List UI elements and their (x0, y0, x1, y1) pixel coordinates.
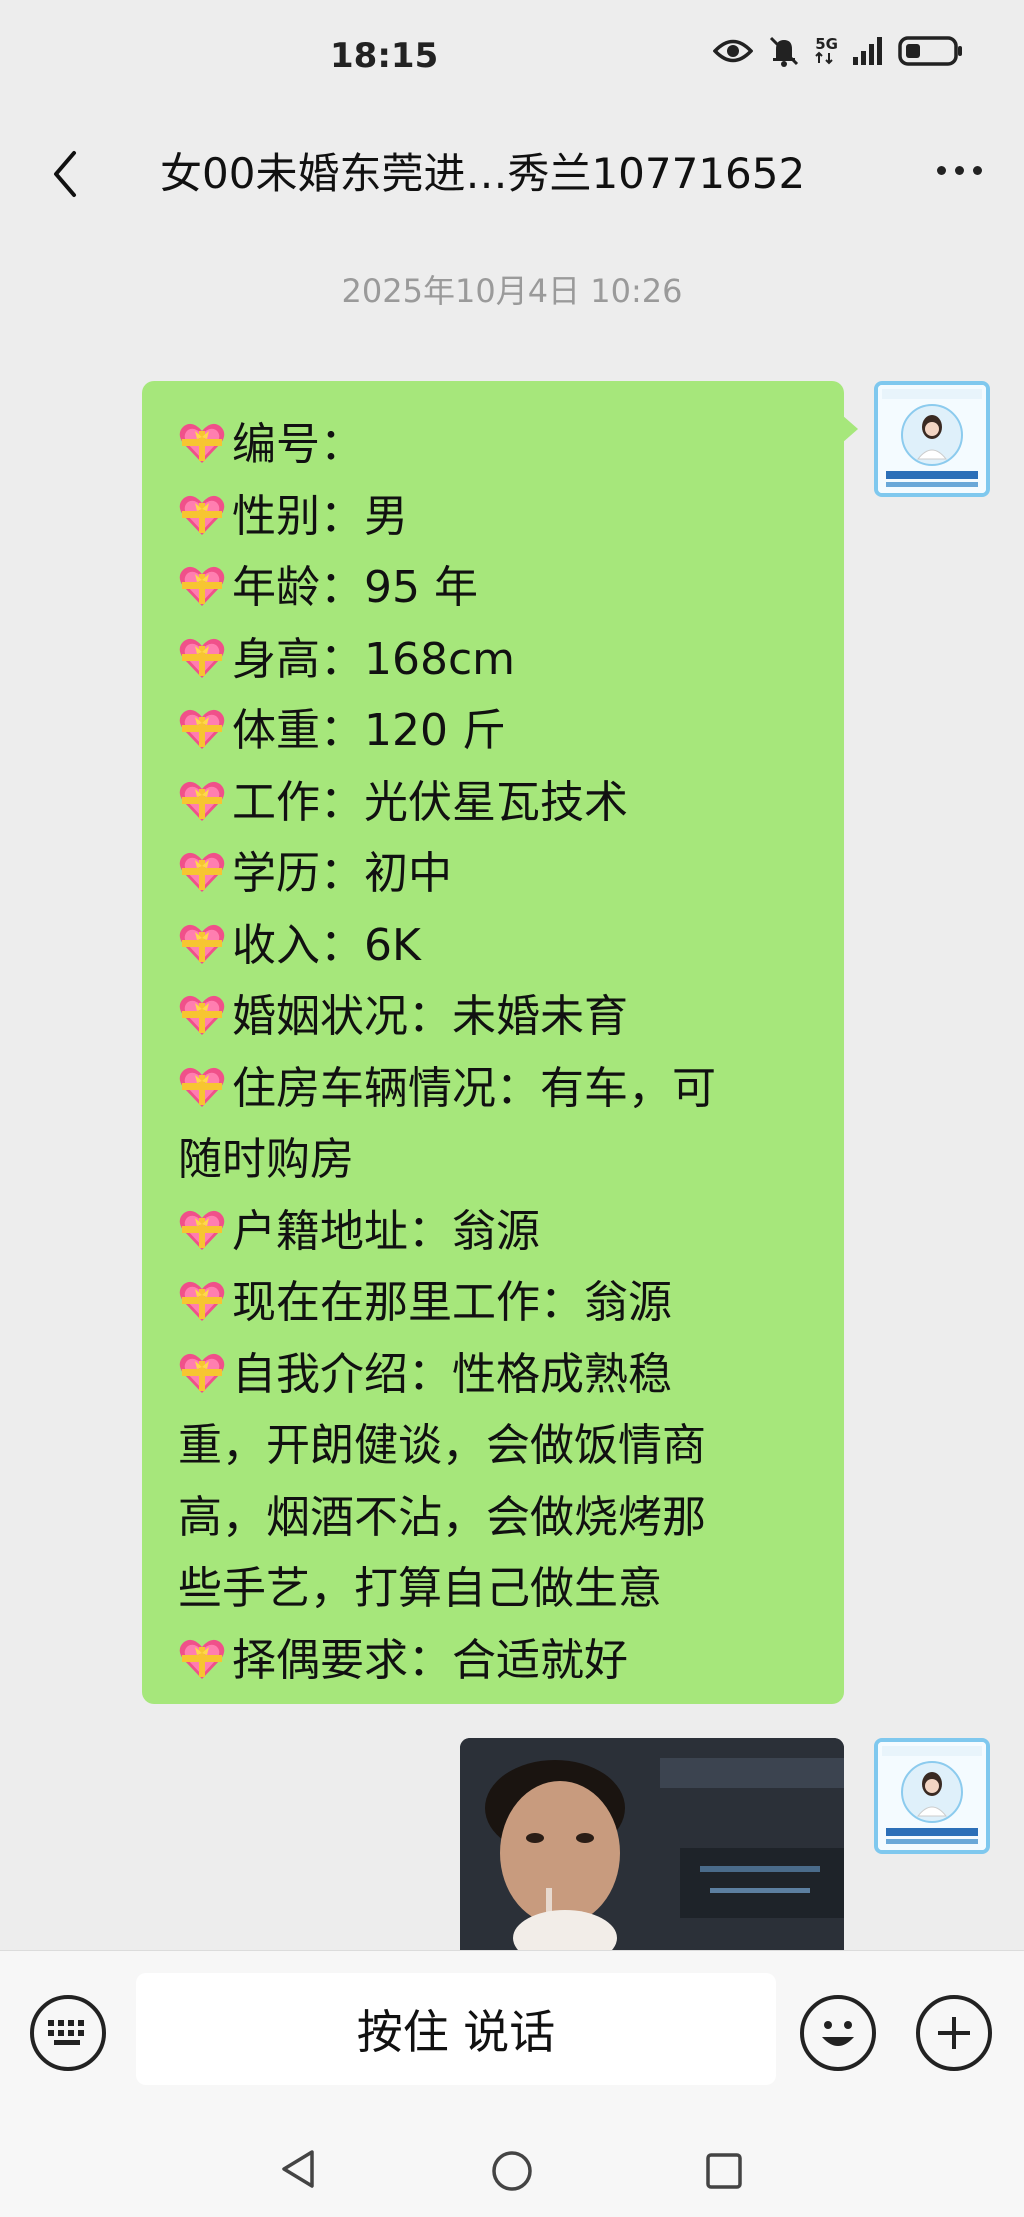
system-navigation (0, 2118, 1024, 2217)
message-line-text: 学历：初中 (232, 848, 452, 899)
message-line: 收入：6K (178, 910, 820, 982)
message-line: 住房车辆情况：有车，可 (178, 1053, 820, 1125)
message-line: 重，开朗健谈，会做饭情商 (178, 1410, 820, 1482)
more-dot (936, 165, 946, 175)
message-bubble[interactable]: 编号： 性别：男年龄：95 年身高：168cm 体重：120 斤工作：光伏星瓦技术学… (142, 381, 858, 1704)
heart-gift-icon (178, 1631, 226, 1679)
sender-avatar[interactable] (874, 381, 990, 497)
message-line-text: 随时购房 (178, 1134, 354, 1185)
nav-back-icon[interactable] (278, 2148, 318, 2190)
message-line-text: 自我介绍：性格成熟稳 (232, 1348, 672, 1400)
message-line-text: 重，开朗健谈，会做饭情商 (178, 1420, 706, 1471)
more-button[interactable] (924, 150, 994, 190)
photo-image (460, 1738, 844, 1950)
more-dot (954, 165, 964, 175)
message-line-text: 性别：男 (232, 490, 408, 542)
heart-gift-icon (178, 987, 226, 1035)
chat-header: 女00未婚东莞进…秀兰10771652 (0, 116, 1024, 230)
heart-gift-icon (178, 558, 226, 606)
message-line: 工作：光伏星瓦技术 (178, 767, 820, 839)
message-line-text: 年龄：95 年 (232, 562, 478, 613)
message-line-text: 婚姻状况：未婚未育 (232, 991, 628, 1042)
sender-avatar[interactable] (874, 1738, 990, 1854)
network-label: 5G (815, 35, 838, 53)
message-line: 学历：初中 (178, 838, 820, 910)
message-line: 性别：男 (178, 481, 820, 553)
network-indicator: 5G (815, 37, 838, 65)
nav-recents-icon[interactable] (704, 2151, 744, 2191)
plus-icon (938, 2017, 970, 2049)
data-arrows-icon (815, 51, 833, 65)
message-line-text: 身高：168cm (232, 633, 516, 685)
message-line-text: 编号： (232, 419, 364, 470)
message-line: 年龄：95 年 (178, 552, 820, 624)
message-line: 现在在那里工作：翁源 (178, 1267, 820, 1339)
avatar-image (878, 385, 986, 493)
plus-button[interactable] (916, 1995, 992, 2071)
signal-icon (853, 37, 882, 65)
chat-title: 女00未婚东莞进…秀兰10771652 (160, 149, 806, 198)
mute-bell-icon (770, 36, 799, 67)
heart-gift-icon (178, 1059, 226, 1107)
heart-gift-icon (178, 701, 226, 749)
heart-gift-icon (178, 844, 226, 892)
message-line: 高，烟酒不沾，会做烧烤那 (178, 1482, 820, 1554)
heart-gift-icon (178, 415, 226, 463)
message-line-text: 体重：120 斤 (232, 705, 506, 756)
nav-home-icon[interactable] (490, 2149, 534, 2193)
message-line: 户籍地址：翁源 (178, 1196, 820, 1268)
message-line: 随时购房 (178, 1124, 820, 1196)
message-line: 些手艺，打算自己做生意 (178, 1553, 820, 1625)
message-line: 婚姻状况：未婚未育 (178, 981, 820, 1053)
message-line: 体重：120 斤 (178, 695, 820, 767)
message-line: 编号： (178, 409, 820, 481)
message-line-text: 工作：光伏星瓦技术 (232, 776, 628, 828)
heart-gift-icon (178, 916, 226, 964)
message-line: 自我介绍：性格成熟稳 (178, 1339, 820, 1411)
chevron-left-icon (54, 151, 76, 197)
message-line-text: 择偶要求：合适就好 (232, 1634, 628, 1686)
message-line-text: 户籍地址：翁源 (232, 1205, 540, 1257)
photo-message[interactable] (460, 1738, 844, 1950)
avatar-image (878, 1742, 986, 1850)
emoji-button[interactable] (800, 1995, 876, 2071)
message-line-text: 现在在那里工作：翁源 (232, 1277, 672, 1328)
heart-gift-icon (178, 1202, 226, 1250)
back-button[interactable] (40, 144, 90, 204)
status-bar: 18:15 5G (0, 0, 1024, 116)
heart-gift-icon (178, 630, 226, 678)
message-line-text: 些手艺，打算自己做生意 (178, 1563, 662, 1614)
hold-to-talk-button[interactable]: 按住 说话 (136, 1973, 776, 2085)
more-dot (972, 165, 982, 175)
keyboard-icon (48, 2020, 84, 2045)
heart-gift-icon (178, 1273, 226, 1321)
keyboard-button[interactable] (30, 1995, 106, 2071)
message-line: 择偶要求：合适就好 (178, 1625, 820, 1697)
battery-icon (898, 36, 962, 66)
heart-gift-icon (178, 1345, 226, 1393)
input-bar: 按住 说话 (0, 1950, 1024, 2119)
message-line-text: 收入：6K (232, 919, 421, 971)
status-icons: 5G (713, 34, 964, 68)
message-line: 身高：168cm (178, 624, 820, 696)
heart-gift-icon (178, 773, 226, 821)
message-line-text: 住房车辆情况：有车，可 (232, 1062, 716, 1114)
eye-icon (713, 39, 754, 63)
status-time: 18:15 (330, 36, 439, 76)
message-line-text: 高，烟酒不沾，会做烧烤那 (178, 1491, 706, 1543)
heart-gift-icon (178, 487, 226, 535)
message-timestamp: 2025年10月4日 10:26 (341, 272, 683, 310)
emoji-icon (822, 2021, 854, 2046)
